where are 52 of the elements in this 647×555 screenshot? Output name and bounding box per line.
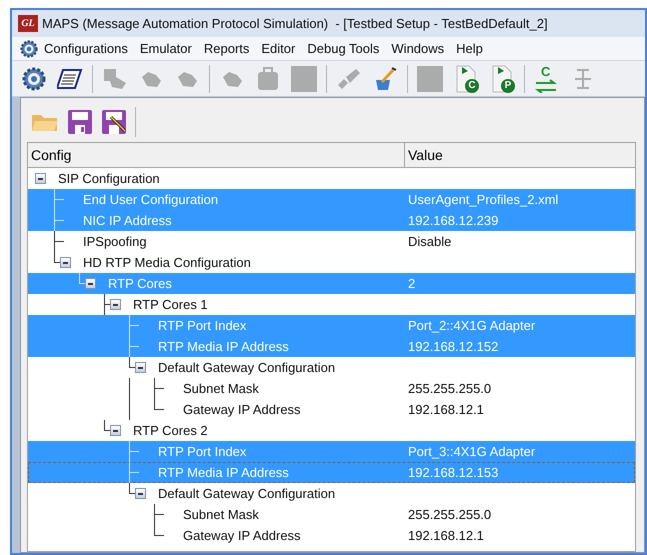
- value-cell: UserAgent_Profiles_2.xml: [408, 192, 558, 207]
- menu-item[interactable]: Windows: [387, 38, 448, 60]
- config-label: RTP Cores: [108, 275, 172, 293]
- menu-item[interactable]: Reports: [200, 38, 254, 60]
- collapse-toggle[interactable]: [110, 425, 121, 436]
- menu-item[interactable]: Help: [452, 38, 487, 60]
- config-label: NIC IP Address: [83, 212, 172, 230]
- menu-item[interactable]: Configurations: [16, 38, 132, 60]
- config-label: End User Configuration: [83, 191, 218, 209]
- collapse-toggle[interactable]: [135, 362, 146, 373]
- collapse-toggle[interactable]: [110, 299, 121, 310]
- window-title: MAPS (Message Automation Protocol Simulation) - [Testbed Setup - TestBedDefault_2]: [42, 14, 548, 33]
- config-label: RTP Media IP Address: [158, 464, 289, 482]
- config-label: Gateway IP Address: [183, 401, 301, 419]
- config-label: Default Gateway Configuration: [158, 485, 336, 503]
- column-header[interactable]: Value: [405, 143, 635, 167]
- config-label: Subnet Mask: [183, 380, 259, 398]
- collapse-toggle[interactable]: [60, 257, 71, 268]
- config-label: HD RTP Media Configuration: [83, 254, 251, 272]
- config-label: SIP Configuration: [58, 170, 160, 188]
- config-label: RTP Media IP Address: [158, 338, 289, 356]
- value-cell: 255.255.255.0: [408, 381, 492, 396]
- menu-item[interactable]: Editor: [257, 38, 300, 60]
- config-label: RTP Port Index: [158, 443, 246, 461]
- menu-item[interactable]: Emulator: [136, 38, 196, 60]
- menu-item[interactable]: Debug Tools: [303, 38, 384, 60]
- value-cell: 192.168.12.239: [408, 213, 498, 228]
- config-label: RTP Cores 2: [133, 422, 208, 440]
- collapse-toggle[interactable]: [35, 173, 46, 184]
- value-cell: Port_3::4X1G Adapter: [408, 444, 536, 459]
- value-cell: Port_2::4X1G Adapter: [408, 318, 536, 333]
- config-label: Gateway IP Address: [183, 527, 301, 545]
- collapse-toggle[interactable]: [135, 488, 146, 499]
- collapse-toggle[interactable]: [85, 278, 96, 289]
- column-header[interactable]: Config: [28, 143, 405, 167]
- value-cell: 192.168.12.153: [408, 465, 498, 480]
- value-cell: 255.255.255.0: [408, 507, 492, 522]
- app-logo: GL: [18, 15, 38, 32]
- value-cell: 2: [408, 276, 416, 291]
- config-label: Subnet Mask: [183, 506, 259, 524]
- config-label: RTP Cores 1: [133, 296, 208, 314]
- config-label: Default Gateway Configuration: [158, 359, 336, 377]
- value-cell: 192.168.12.1: [408, 402, 484, 417]
- value-cell: 192.168.12.152: [408, 339, 498, 354]
- value-cell: 192.168.12.1: [408, 528, 484, 543]
- floppy-pencil-icon[interactable]: [101, 109, 127, 135]
- gear-icon[interactable]: [21, 66, 47, 92]
- config-label: RTP Port Index: [158, 317, 246, 335]
- gear-icon: [20, 40, 38, 58]
- value-cell: Disable: [408, 234, 452, 249]
- config-label: IPSpoofing: [83, 233, 147, 251]
- notepad-icon[interactable]: [57, 68, 83, 90]
